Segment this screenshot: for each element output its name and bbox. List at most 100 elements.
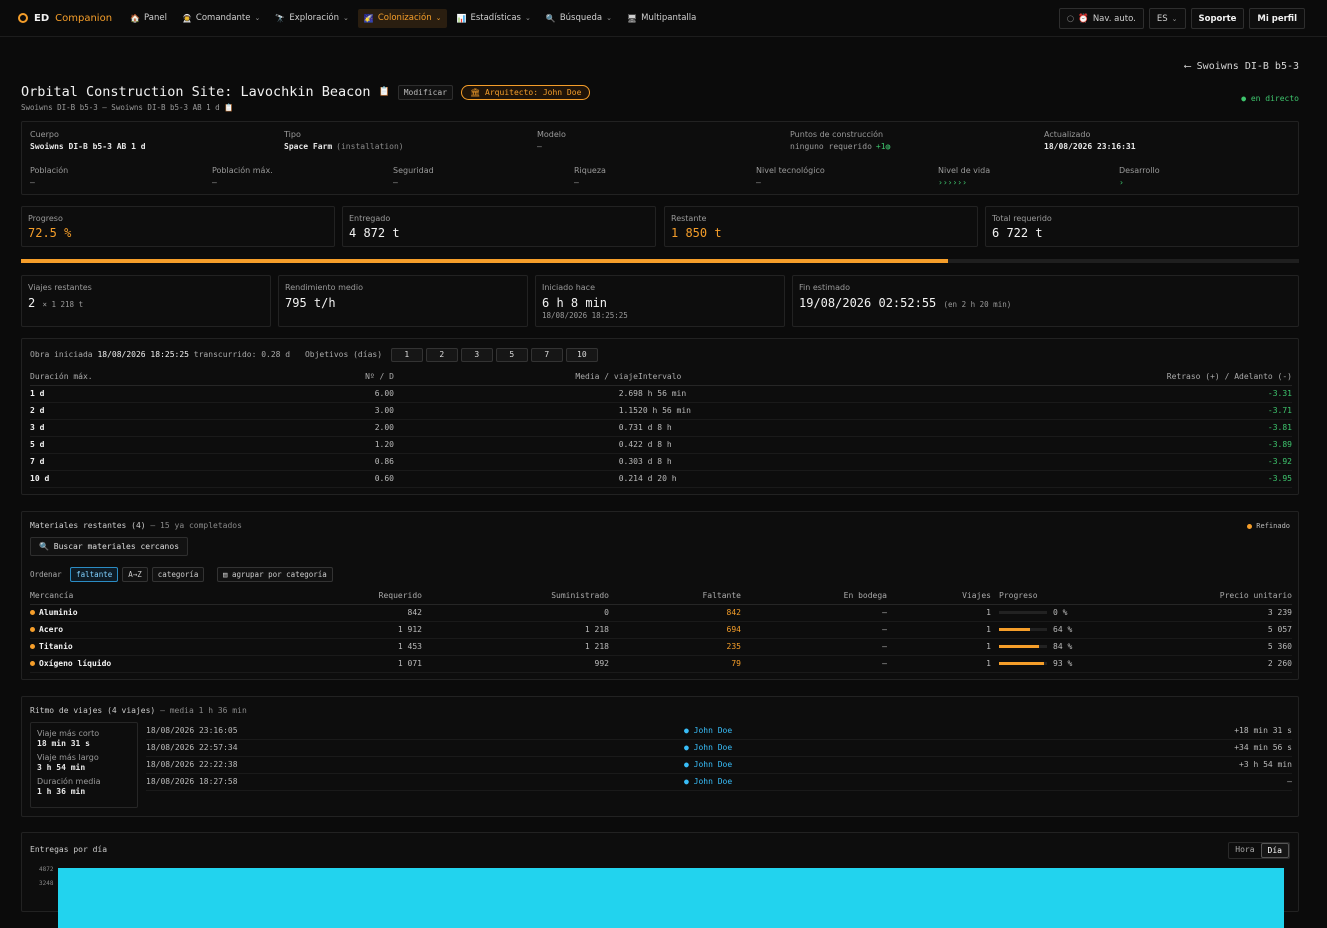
chevron-down-icon: ⌄ [343, 14, 349, 22]
toggle-hour[interactable]: Hora [1229, 843, 1260, 858]
table-cell: 3 d [30, 419, 330, 437]
nav-item-colonización[interactable]: 🌠 Colonización ⌄ [357, 8, 448, 28]
table-cell: -3.95 [838, 470, 1292, 488]
sort-option[interactable]: faltante [70, 567, 119, 582]
profile-button[interactable]: Mi perfil [1249, 8, 1305, 29]
table-cell: 1 d 8 h [638, 419, 838, 437]
trip-commander[interactable]: ● John Doe [684, 756, 984, 774]
trip-delta: – [984, 773, 1292, 791]
table-cell: 0.86 [330, 453, 394, 471]
chevron-down-icon: ⌄ [524, 14, 531, 22]
deliveries-toggle: Hora Día [1228, 842, 1290, 859]
info-field: Seguridad – [393, 166, 434, 187]
objective-button-1[interactable]: 1 [390, 348, 423, 362]
trips-label: Viajes restantes [28, 283, 92, 292]
back-link[interactable]: ⟵ Swoiwns DI-B b5-3 [1185, 61, 1299, 72]
table-cell: 10 d [30, 470, 330, 488]
end-label: Fin estimado [799, 283, 850, 292]
sort-option[interactable]: categoría [151, 567, 205, 582]
refined-label: Refinado [1256, 522, 1290, 530]
table-row: 2 d 3.00 1.15 20 h 56 min -3.71 [30, 402, 1292, 420]
search-materials-button[interactable]: 🔍 Buscar materiales cercanos [30, 537, 189, 556]
nav-icon: 🏠 [130, 13, 140, 23]
cell-miss: 842 [609, 604, 741, 622]
column-header: Nº / D [330, 369, 394, 386]
architect-badge[interactable]: 🏛 Arquitecto: John Doe [461, 84, 591, 100]
progress-fill [999, 628, 1030, 631]
commodity-name: Titanio [30, 638, 220, 656]
nav-auto-button[interactable]: ○ ⏰ Nav. auto. [1058, 8, 1144, 29]
trip-commander[interactable]: ● John Doe [684, 739, 984, 757]
column-header: En bodega [741, 588, 887, 605]
cell-hold: – [741, 604, 887, 622]
elapsed: transcurrido: 0.28 d [193, 350, 291, 359]
nav-icon: 🌠 [363, 13, 374, 23]
edit-button[interactable]: Modificar [397, 84, 454, 100]
construction-point-icon: ◍ [885, 142, 891, 151]
rhythm-card: Ritmo de viajes (4 viajes) — media 1 h 3… [21, 696, 1299, 817]
nav-label: Exploración [289, 13, 340, 23]
info-card: Cuerpo Swoiwns DI-B b5-3 AB 1 d Tipo Space … [21, 121, 1299, 195]
table-row: 18/08/2026 18:27:58 ● John Doe – [146, 773, 1292, 791]
table-cell: 2 d [30, 402, 330, 420]
trip-commander[interactable]: ● John Doe [684, 773, 984, 791]
nav-item-exploración[interactable]: 🔭 Exploración ⌄ [269, 9, 355, 28]
objective-button-5[interactable]: 5 [495, 348, 528, 362]
refined-dot-icon [30, 627, 35, 632]
nav-icon: 🖥 [626, 13, 638, 23]
table-cell: 2.69 [394, 385, 638, 403]
objective-button-10[interactable]: 10 [565, 348, 598, 362]
info-value: – [574, 178, 579, 187]
column-header: Precio unitario [1091, 588, 1292, 605]
cell-req: 1 453 [220, 638, 422, 656]
info-label: Puntos de construcción [790, 130, 884, 139]
logo[interactable]: ED Companion [18, 13, 112, 24]
objective-button-2[interactable]: 2 [425, 348, 458, 362]
table-row: Titanio 1 453 1 218 235–1 84 % 5 360 [30, 638, 1292, 656]
progress-bar [999, 628, 1047, 631]
info-value: – [212, 178, 217, 187]
started-value: 6 h 8 min [542, 296, 608, 310]
objective-button-7[interactable]: 7 [530, 348, 563, 362]
commander-name: John Doe [693, 760, 733, 769]
support-button[interactable]: Soporte [1190, 8, 1245, 29]
stat-value: 1 850 t [671, 226, 722, 240]
trip-commander[interactable]: ● John Doe [684, 722, 984, 740]
nav-item-panel[interactable]: 🏠 Panel [124, 9, 173, 28]
progress-percent: 64 % [1053, 625, 1073, 634]
info-value-text: Space Farm [284, 142, 333, 151]
rhythm-summary: Viaje más corto 18 min 31 s Viaje más la… [30, 722, 138, 808]
cell-price: 5 360 [1091, 638, 1292, 656]
language-select[interactable]: ES ⌄ [1148, 8, 1186, 29]
table-cell: 2 d 8 h [638, 436, 838, 454]
logo-text-b: Companion [55, 12, 113, 24]
chevron-down-icon: ⌄ [435, 14, 442, 22]
commodity-label: Acero [39, 625, 64, 634]
progress-fill [999, 645, 1040, 648]
trip-delta: +34 min 56 s [984, 739, 1292, 757]
nav-item-estadísticas[interactable]: 📊 Estadísticas ⌄ [450, 9, 536, 28]
clipboard-icon[interactable]: 📋 [379, 87, 390, 97]
bullet-icon: ● [684, 743, 694, 752]
longest-value: 3 h 54 min [37, 763, 86, 772]
logo-text-a: ED [34, 12, 50, 24]
table-cell: -3.81 [838, 419, 1292, 437]
nav-item-búsqueda[interactable]: 🔍 Búsqueda ⌄ [540, 9, 618, 28]
clipboard-icon[interactable]: 📋 [224, 103, 233, 112]
nav-item-comandante[interactable]: 👨‍🚀 Comandante ⌄ [176, 9, 266, 28]
nav-item-multipantalla[interactable]: 🖥 Multipantalla [621, 9, 702, 28]
cell-hold: – [741, 621, 887, 639]
objective-button-3[interactable]: 3 [460, 348, 493, 362]
clock-icon: ⏰ [1078, 13, 1089, 24]
toggle-day[interactable]: Día [1260, 843, 1289, 858]
trip-time: 18/08/2026 23:16:05 [146, 722, 684, 740]
cell-sup: 1 218 [422, 638, 609, 656]
stat-label: Entregado [349, 214, 391, 223]
table-cell: -3.92 [838, 453, 1292, 471]
commander-name: John Doe [693, 743, 733, 752]
column-header: Mercancía [30, 588, 220, 605]
end-extra: (en 2 h 20 min) [943, 300, 1012, 309]
trip-time: 18/08/2026 22:22:38 [146, 756, 684, 774]
group-toggle[interactable]: ▤ agrupar por categoría [216, 567, 333, 582]
sort-option[interactable]: A→Z [122, 567, 148, 582]
